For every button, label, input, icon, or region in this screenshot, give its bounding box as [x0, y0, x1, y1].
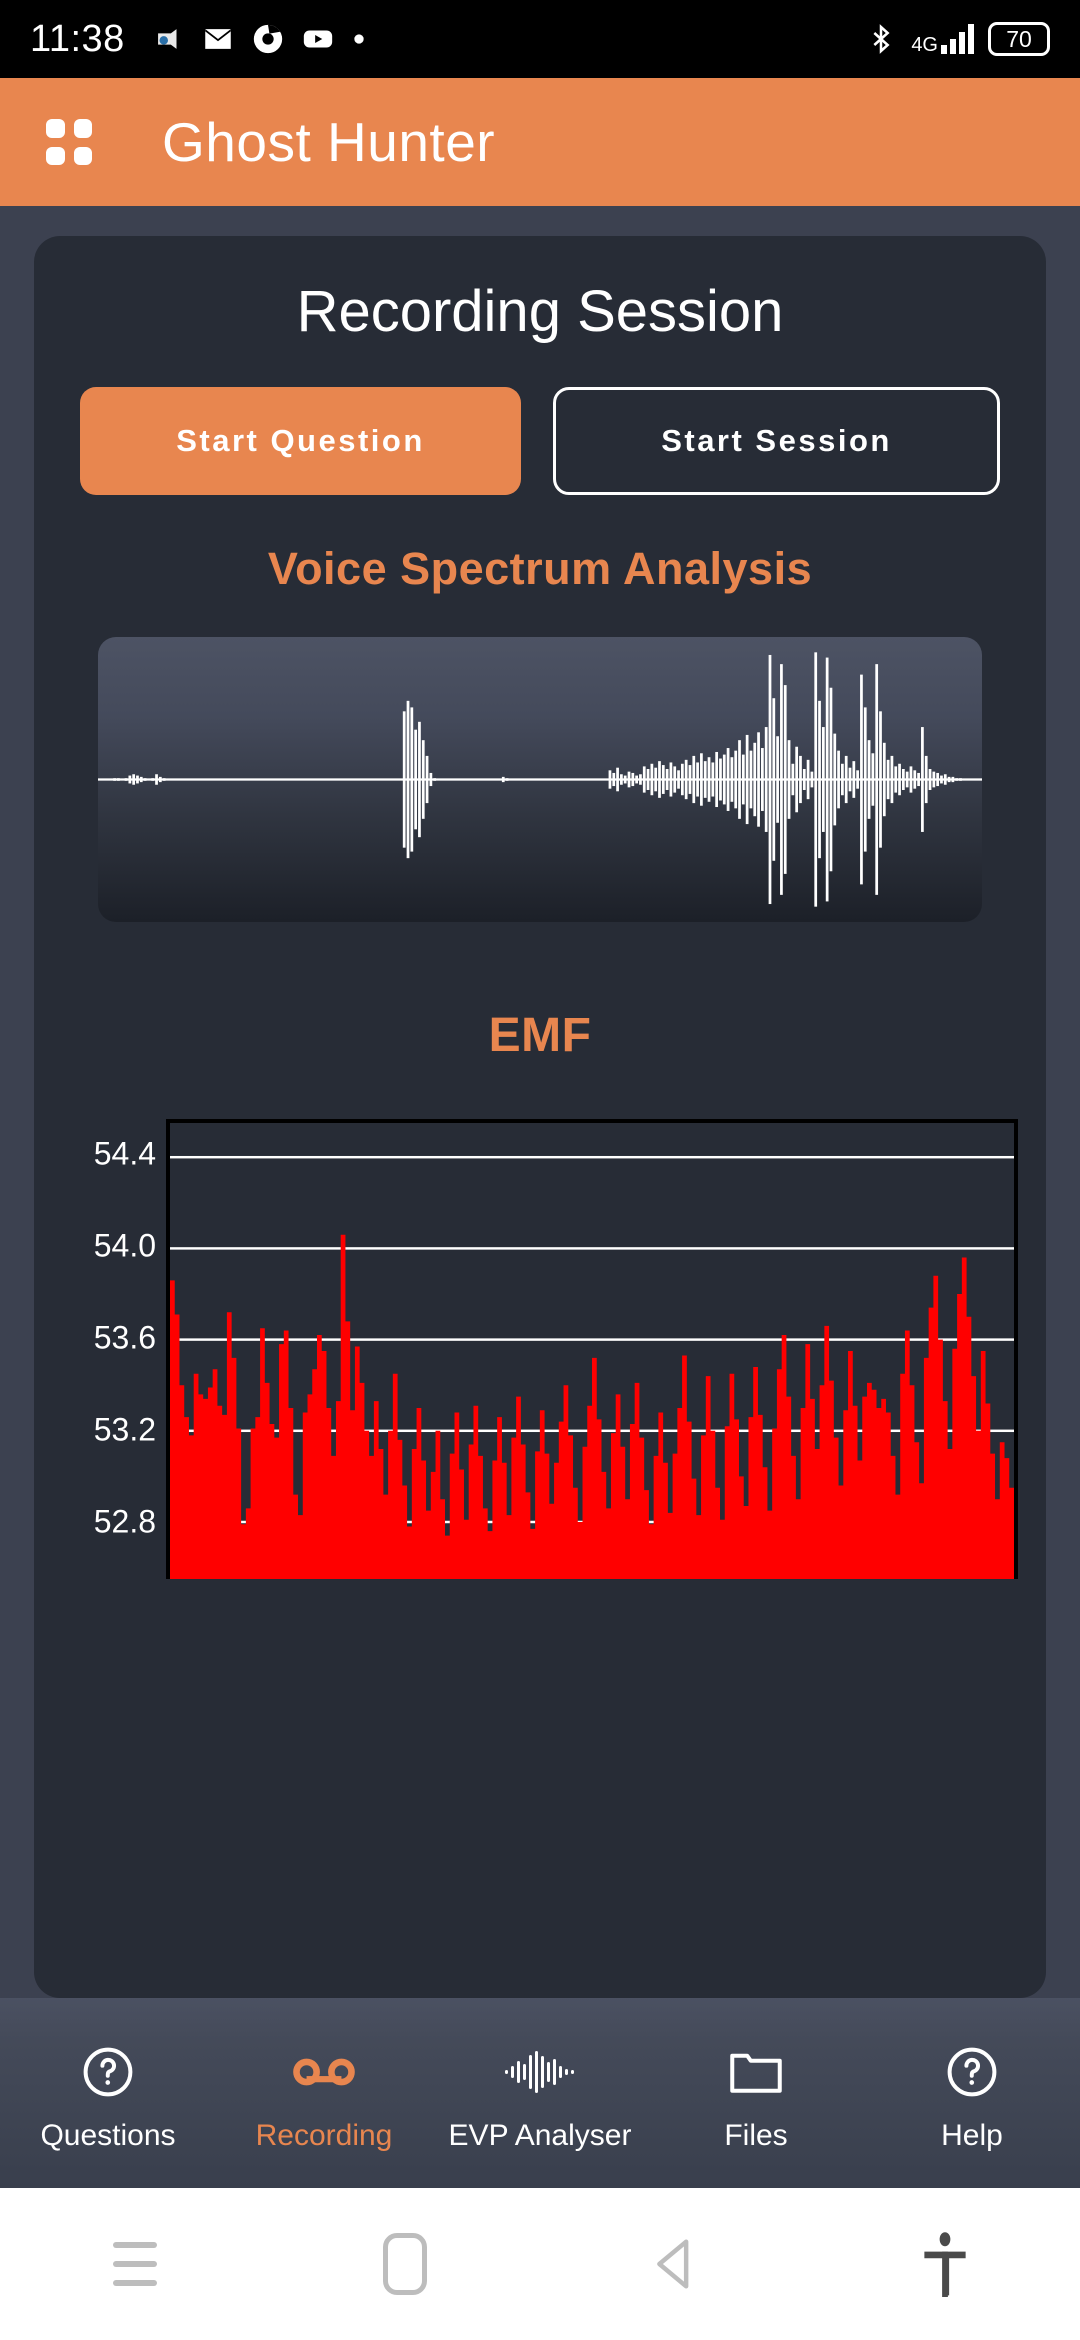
start-question-button[interactable]: Start Question	[80, 387, 521, 495]
back-icon	[657, 2239, 689, 2289]
emf-chart[interactable]: 54.4 54.0 53.6 53.2 52.8	[62, 1119, 1018, 1579]
nav-label-files: Files	[724, 2119, 788, 2152]
bluetooth-icon	[873, 24, 890, 54]
voice-spectrum-waveform-panel[interactable]	[98, 637, 982, 922]
folder-icon	[726, 2043, 786, 2101]
app-bar: Ghost Hunter	[0, 78, 1080, 206]
emf-y-tick: 53.2	[93, 1411, 156, 1447]
nav-item-recording[interactable]: Recording	[216, 1998, 432, 2188]
home-button[interactable]	[270, 2233, 540, 2295]
voice-spectrum-waveform	[98, 652, 982, 907]
status-bar-time: 11:38	[30, 17, 125, 60]
waveform-icon	[503, 2043, 577, 2101]
nav-label-help: Help	[941, 2119, 1003, 2152]
emf-y-tick: 54.0	[93, 1227, 156, 1263]
youtube-icon	[303, 30, 332, 48]
voicemail-icon	[293, 2043, 355, 2101]
back-button[interactable]	[540, 2235, 810, 2293]
page-title: Recording Session	[296, 279, 784, 344]
camera-icon	[157, 29, 177, 49]
nav-label-questions: Questions	[40, 2119, 176, 2152]
android-navigation-bar	[0, 2188, 1080, 2340]
accessibility-button[interactable]	[810, 2231, 1080, 2297]
emf-y-tick: 53.6	[93, 1319, 156, 1355]
chrome-icon	[253, 24, 282, 54]
phone-screen: 11:38 4G 70 Ghost Hunter Recording Sessi…	[0, 0, 1080, 2340]
nav-item-help[interactable]: Help	[864, 1998, 1080, 2188]
content-area: Recording Session Start Question Start S…	[0, 206, 1080, 1998]
emf-title: EMF	[488, 1009, 592, 1062]
nav-item-evp-analyser[interactable]: EVP Analyser	[432, 1998, 648, 2188]
emf-y-axis: 54.4 54.0 53.6 53.2 52.8	[66, 1119, 166, 1579]
nav-item-files[interactable]: Files	[648, 1998, 864, 2188]
status-bar-notification-icons	[151, 22, 367, 56]
question-circle-icon	[80, 2043, 136, 2101]
app-title: Ghost Hunter	[162, 111, 496, 173]
start-session-button[interactable]: Start Session	[553, 387, 1000, 495]
grid-menu-icon[interactable]	[46, 119, 92, 165]
emf-plot-area	[166, 1119, 1018, 1579]
recents-icon	[113, 2242, 157, 2286]
bottom-navigation: Questions Recording EVP Analyser Files H…	[0, 1998, 1080, 2188]
emf-y-tick: 52.8	[93, 1503, 156, 1539]
session-button-row: Start Question Start Session	[62, 387, 1018, 495]
network-type-label: 4G	[911, 34, 938, 56]
status-bar-system-icons: 4G 70	[865, 20, 1050, 58]
email-icon	[205, 29, 231, 49]
recents-button[interactable]	[0, 2242, 270, 2286]
battery-icon: 70	[988, 22, 1050, 56]
emf-y-tick: 54.4	[93, 1135, 156, 1171]
signal-bars	[941, 24, 974, 54]
nav-label-recording: Recording	[255, 2119, 393, 2152]
emf-series	[170, 1155, 1014, 1579]
nav-label-evp-analyser: EVP Analyser	[448, 2119, 632, 2152]
voice-spectrum-title: Voice Spectrum Analysis	[267, 543, 813, 594]
accessibility-icon	[924, 2232, 966, 2297]
recording-session-card: Recording Session Start Question Start S…	[34, 236, 1046, 1998]
question-circle-icon	[944, 2043, 1000, 2101]
nav-item-questions[interactable]: Questions	[0, 1998, 216, 2188]
dot-icon	[354, 34, 364, 44]
home-icon	[383, 2233, 427, 2295]
signal-icon: 4G	[911, 24, 974, 56]
status-bar: 11:38 4G 70	[0, 0, 1080, 78]
